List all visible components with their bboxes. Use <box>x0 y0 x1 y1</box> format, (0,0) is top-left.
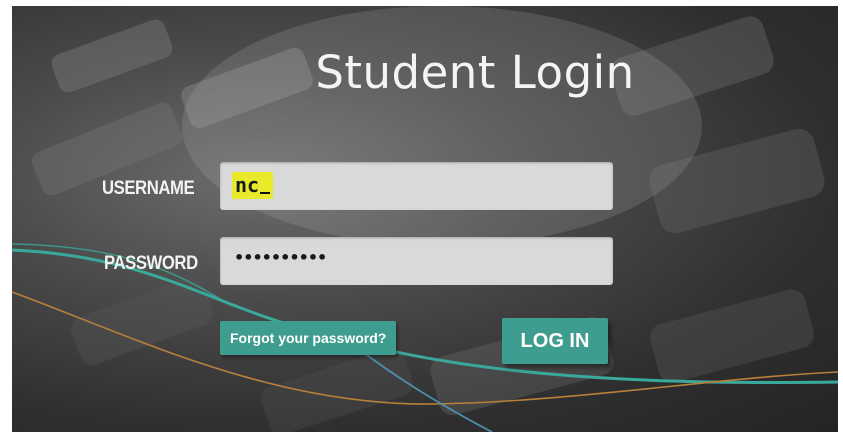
password-field[interactable]: •••••••••• <box>220 237 613 285</box>
forgot-password-button[interactable]: Forgot your password? <box>220 321 397 355</box>
login-button[interactable]: LOG IN <box>502 318 608 364</box>
screenshot-frame: Student Login USERNAME nc PASSWORD •••••… <box>0 0 843 437</box>
username-field[interactable]: nc <box>220 162 613 210</box>
username-value: nc <box>232 172 274 199</box>
light-haze <box>182 6 702 246</box>
password-mask: •••••••••• <box>234 248 327 267</box>
text-cursor <box>260 192 271 194</box>
username-label: USERNAME <box>102 178 195 199</box>
page-title: Student Login <box>315 46 635 99</box>
username-text: nc <box>235 173 260 197</box>
login-panel: Student Login USERNAME nc PASSWORD •••••… <box>12 6 838 432</box>
password-label: PASSWORD <box>104 253 198 274</box>
